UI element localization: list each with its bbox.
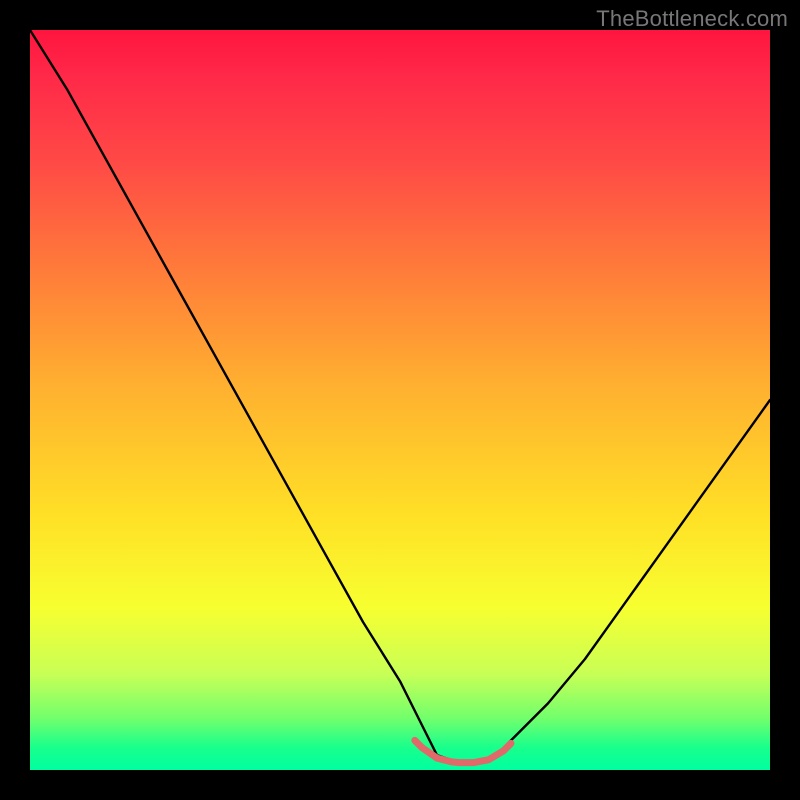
bottleneck-curve [30,30,770,763]
chart-frame: TheBottleneck.com [0,0,800,800]
attribution-text: TheBottleneck.com [596,6,788,32]
chart-svg [30,30,770,770]
valley-bottom-highlight [415,740,511,762]
